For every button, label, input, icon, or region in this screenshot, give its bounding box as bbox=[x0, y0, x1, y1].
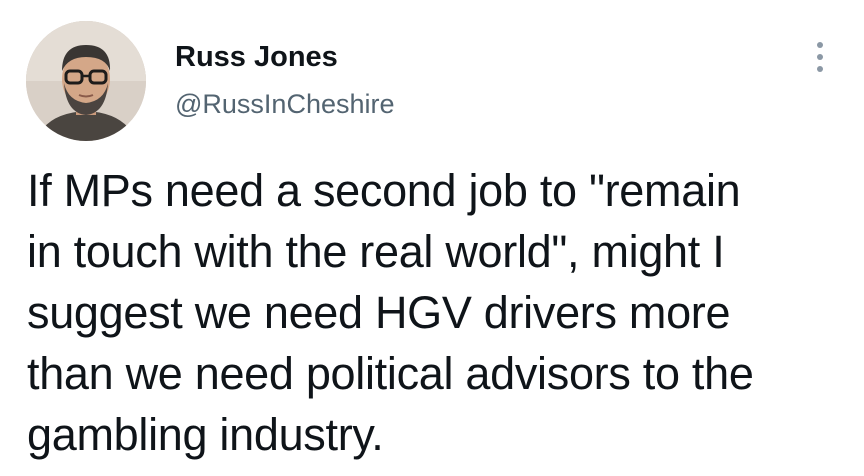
tweet-text-line: in touch with the real world", might I bbox=[27, 226, 725, 277]
tweet-text-line: If MPs need a second job to "remain bbox=[27, 165, 741, 216]
author-handle[interactable]: @RussInCheshire bbox=[175, 88, 395, 120]
more-dots-vertical-icon bbox=[817, 66, 823, 72]
tweet-card: Russ Jones @RussInCheshire If MPs need a… bbox=[0, 0, 864, 476]
more-options-button[interactable] bbox=[806, 38, 834, 76]
more-dots-vertical-icon bbox=[817, 54, 823, 60]
tweet-text-line: gambling industry. bbox=[27, 409, 384, 460]
tweet-text-line: suggest we need HGV drivers more bbox=[27, 287, 731, 338]
avatar[interactable] bbox=[26, 21, 146, 141]
more-dots-vertical-icon bbox=[817, 42, 823, 48]
tweet-text-line: than we need political advisors to the bbox=[27, 348, 754, 399]
author-display-name[interactable]: Russ Jones bbox=[175, 40, 338, 74]
tweet-text: If MPs need a second job to "remain in t… bbox=[27, 160, 847, 465]
avatar-image bbox=[26, 21, 146, 141]
